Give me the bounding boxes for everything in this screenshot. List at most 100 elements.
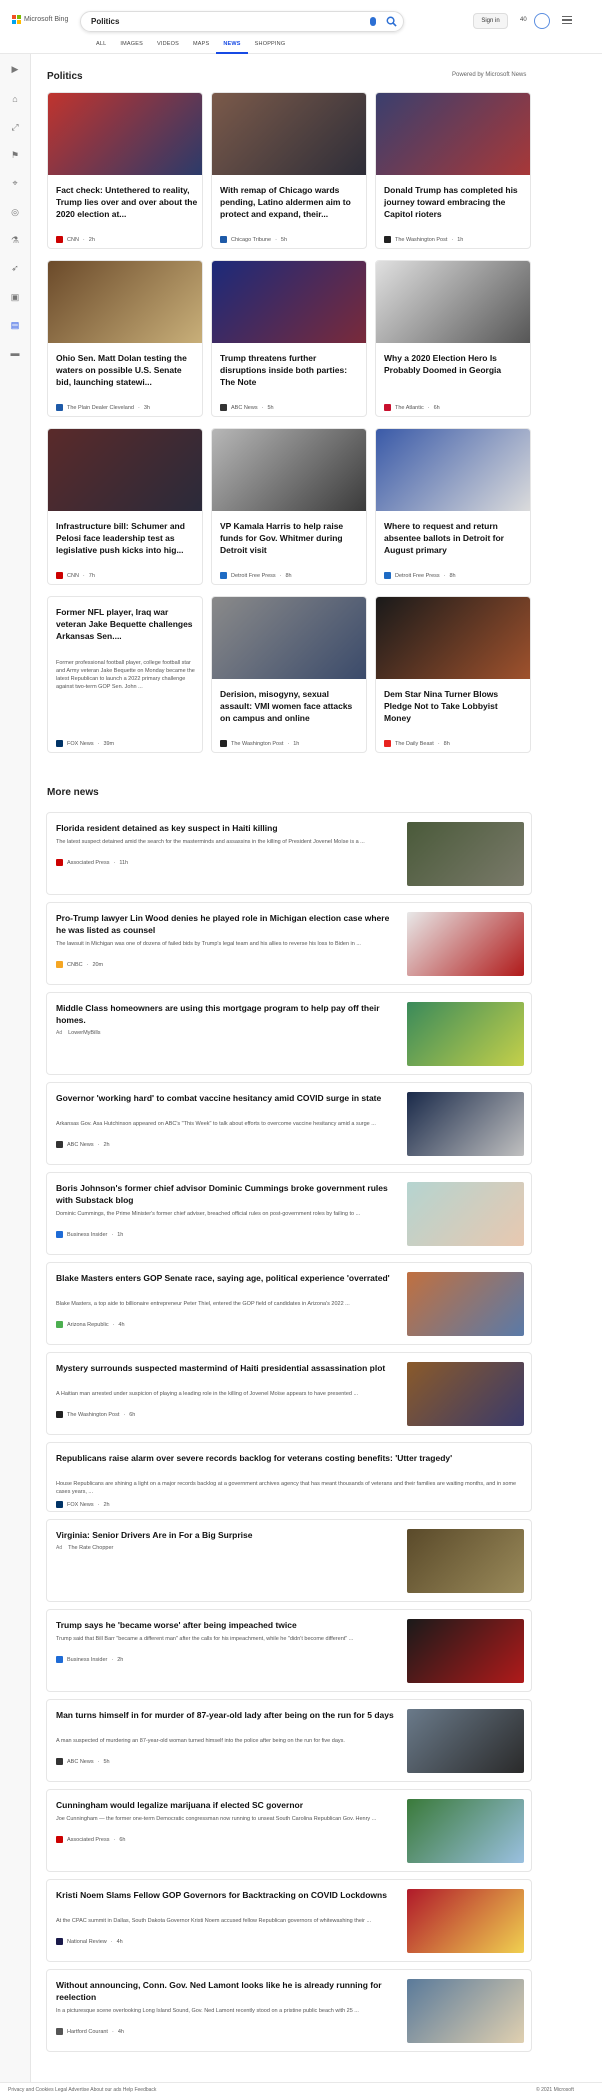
hamburger-menu-icon[interactable] (562, 16, 572, 24)
news-card-title[interactable]: Former NFL player, Iraq war veteran Jake… (56, 606, 198, 642)
news-card-source[interactable]: Detroit Free Press · 8h (384, 572, 526, 579)
news-card-title[interactable]: Ohio Sen. Matt Dolan testing the waters … (56, 352, 198, 388)
news-row-title[interactable]: Man turns himself in for murder of 87-ye… (56, 1709, 396, 1721)
news-card[interactable]: Donald Trump has completed his journey t… (375, 92, 531, 249)
source-name[interactable]: Arizona Republic (67, 1322, 109, 1328)
entertainment-icon[interactable]: ▣ (10, 292, 20, 302)
news-row-title[interactable]: Governor 'working hard' to combat vaccin… (56, 1092, 396, 1104)
news-row-image[interactable] (407, 1889, 524, 1953)
news-row[interactable]: Republicans raise alarm over severe reco… (46, 1442, 532, 1512)
tab-videos[interactable]: VIDEOS (150, 41, 186, 54)
news-card-title[interactable]: Why a 2020 Election Hero Is Probably Doo… (384, 352, 526, 376)
source-name[interactable]: The Atlantic (395, 405, 424, 411)
news-card-image[interactable] (48, 429, 202, 511)
source-name[interactable]: Business Insider (67, 1232, 107, 1238)
source-name[interactable]: The Washington Post (395, 237, 447, 243)
source-name[interactable]: FOX News (67, 1502, 94, 1508)
news-card[interactable]: Why a 2020 Election Hero Is Probably Doo… (375, 260, 531, 417)
globe-icon[interactable]: ◎ (10, 207, 20, 217)
microphone-icon[interactable] (370, 17, 376, 26)
news-row[interactable]: Mystery surrounds suspected mastermind o… (46, 1352, 532, 1435)
news-row-source[interactable]: CNBC · 20m (56, 961, 103, 968)
tab-all[interactable]: ALL (89, 41, 113, 54)
tab-news[interactable]: NEWS (216, 41, 248, 54)
news-row[interactable]: Trump says he 'became worse' after being… (46, 1609, 532, 1692)
source-name[interactable]: The Washington Post (231, 741, 283, 747)
news-row-source[interactable]: Business Insider · 2h (56, 1656, 123, 1663)
source-name[interactable]: Business Insider (67, 1657, 107, 1663)
news-row-image[interactable] (407, 1272, 524, 1336)
politics-icon[interactable]: ▤ (10, 320, 20, 330)
news-card-image[interactable] (48, 261, 202, 343)
news-row-image[interactable] (407, 822, 524, 886)
news-row[interactable]: Without announcing, Conn. Gov. Ned Lamon… (46, 1969, 532, 2052)
news-row-title[interactable]: Blake Masters enters GOP Senate race, sa… (56, 1272, 396, 1284)
news-row[interactable]: Man turns himself in for murder of 87-ye… (46, 1699, 532, 1782)
rocket-icon[interactable]: ➶ (10, 263, 20, 273)
news-row-source[interactable]: Associated Press · 11h (56, 859, 128, 866)
news-row-title[interactable]: Boris Johnson's former chief advisor Dom… (56, 1182, 396, 1206)
news-row-image[interactable] (407, 1092, 524, 1156)
news-card-source[interactable]: The Atlantic · 6h (384, 404, 526, 411)
news-card-title[interactable]: With remap of Chicago wards pending, Lat… (220, 184, 362, 220)
news-card-title[interactable]: VP Kamala Harris to help raise funds for… (220, 520, 362, 556)
news-row[interactable]: Pro-Trump lawyer Lin Wood denies he play… (46, 902, 532, 985)
news-row-image[interactable] (407, 1709, 524, 1773)
source-name[interactable]: The Plain Dealer Cleveland (67, 405, 134, 411)
news-card[interactable]: Where to request and return absentee bal… (375, 428, 531, 585)
source-name[interactable]: ABC News (67, 1759, 94, 1765)
footer-links[interactable]: Privacy and Cookies Legal Advertise Abou… (8, 2087, 156, 2093)
news-row[interactable]: Kristi Noem Slams Fellow GOP Governors f… (46, 1879, 532, 1962)
news-row[interactable]: Governor 'working hard' to combat vaccin… (46, 1082, 532, 1165)
news-card-title[interactable]: Infrastructure bill: Schumer and Pelosi … (56, 520, 198, 556)
news-card[interactable]: Derision, misogyny, sexual assault: VMI … (211, 596, 367, 753)
news-row-source[interactable]: Hartford Courant · 4h (56, 2028, 124, 2035)
news-card[interactable]: Trump threatens further disruptions insi… (211, 260, 367, 417)
news-row-image[interactable] (407, 1979, 524, 2043)
sign-in-button[interactable]: Sign in (473, 13, 508, 29)
news-card-title[interactable]: Where to request and return absentee bal… (384, 520, 526, 556)
news-row[interactable]: Boris Johnson's former chief advisor Dom… (46, 1172, 532, 1255)
source-name[interactable]: Associated Press (67, 860, 110, 866)
news-card-image[interactable] (376, 261, 530, 343)
source-name[interactable]: FOX News (67, 741, 94, 747)
news-card-image[interactable] (376, 93, 530, 175)
news-row-title[interactable]: Republicans raise alarm over severe reco… (56, 1452, 522, 1464)
rewards-points[interactable]: 40 (520, 17, 527, 23)
news-row[interactable]: Middle Class homeowners are using this m… (46, 992, 532, 1075)
source-name[interactable]: The Daily Beast (395, 741, 434, 747)
news-card[interactable]: Dem Star Nina Turner Blows Pledge Not to… (375, 596, 531, 753)
news-card-source[interactable]: FOX News · 39m (56, 740, 198, 747)
source-name[interactable]: The Rate Chopper (68, 1545, 113, 1551)
news-card-image[interactable] (212, 429, 366, 511)
source-name[interactable]: CNN (67, 237, 79, 243)
source-name[interactable]: Chicago Tribune (231, 237, 271, 243)
science-icon[interactable]: ⚗ (10, 235, 20, 245)
news-card[interactable]: Infrastructure bill: Schumer and Pelosi … (47, 428, 203, 585)
source-name[interactable]: Hartford Courant (67, 2029, 108, 2035)
news-card-source[interactable]: The Daily Beast · 8h (384, 740, 526, 747)
news-row-title[interactable]: Mystery surrounds suspected mastermind o… (56, 1362, 396, 1374)
news-card-source[interactable]: CNN · 7h (56, 572, 198, 579)
news-row-title[interactable]: Trump says he 'became worse' after being… (56, 1619, 396, 1631)
news-card-source[interactable]: The Plain Dealer Cleveland · 3h (56, 404, 198, 411)
news-row-source[interactable]: Ad The Rate Chopper (56, 1545, 113, 1551)
source-name[interactable]: ABC News (67, 1142, 94, 1148)
news-row-title[interactable]: Pro-Trump lawyer Lin Wood denies he play… (56, 912, 396, 936)
news-row-source[interactable]: ABC News · 2h (56, 1141, 110, 1148)
source-name[interactable]: National Review (67, 1939, 107, 1945)
news-card-source[interactable]: ABC News · 5h (220, 404, 362, 411)
rewards-icon[interactable] (534, 13, 550, 29)
news-row[interactable]: Blake Masters enters GOP Senate race, sa… (46, 1262, 532, 1345)
news-row-source[interactable]: FOX News · 2h (56, 1501, 110, 1508)
news-card[interactable]: Ohio Sen. Matt Dolan testing the waters … (47, 260, 203, 417)
news-card-image[interactable] (376, 597, 530, 679)
flag-icon[interactable]: ⚑ (10, 150, 20, 160)
source-name[interactable]: Detroit Free Press (231, 573, 276, 579)
news-row-source[interactable]: National Review · 4h (56, 1938, 123, 1945)
news-row-source[interactable]: Associated Press · 6h (56, 1836, 125, 1843)
news-card[interactable]: With remap of Chicago wards pending, Lat… (211, 92, 367, 249)
chevron-right-icon[interactable]: ▶ (10, 64, 20, 74)
news-row-image[interactable] (407, 1799, 524, 1863)
news-card-image[interactable] (48, 93, 202, 175)
